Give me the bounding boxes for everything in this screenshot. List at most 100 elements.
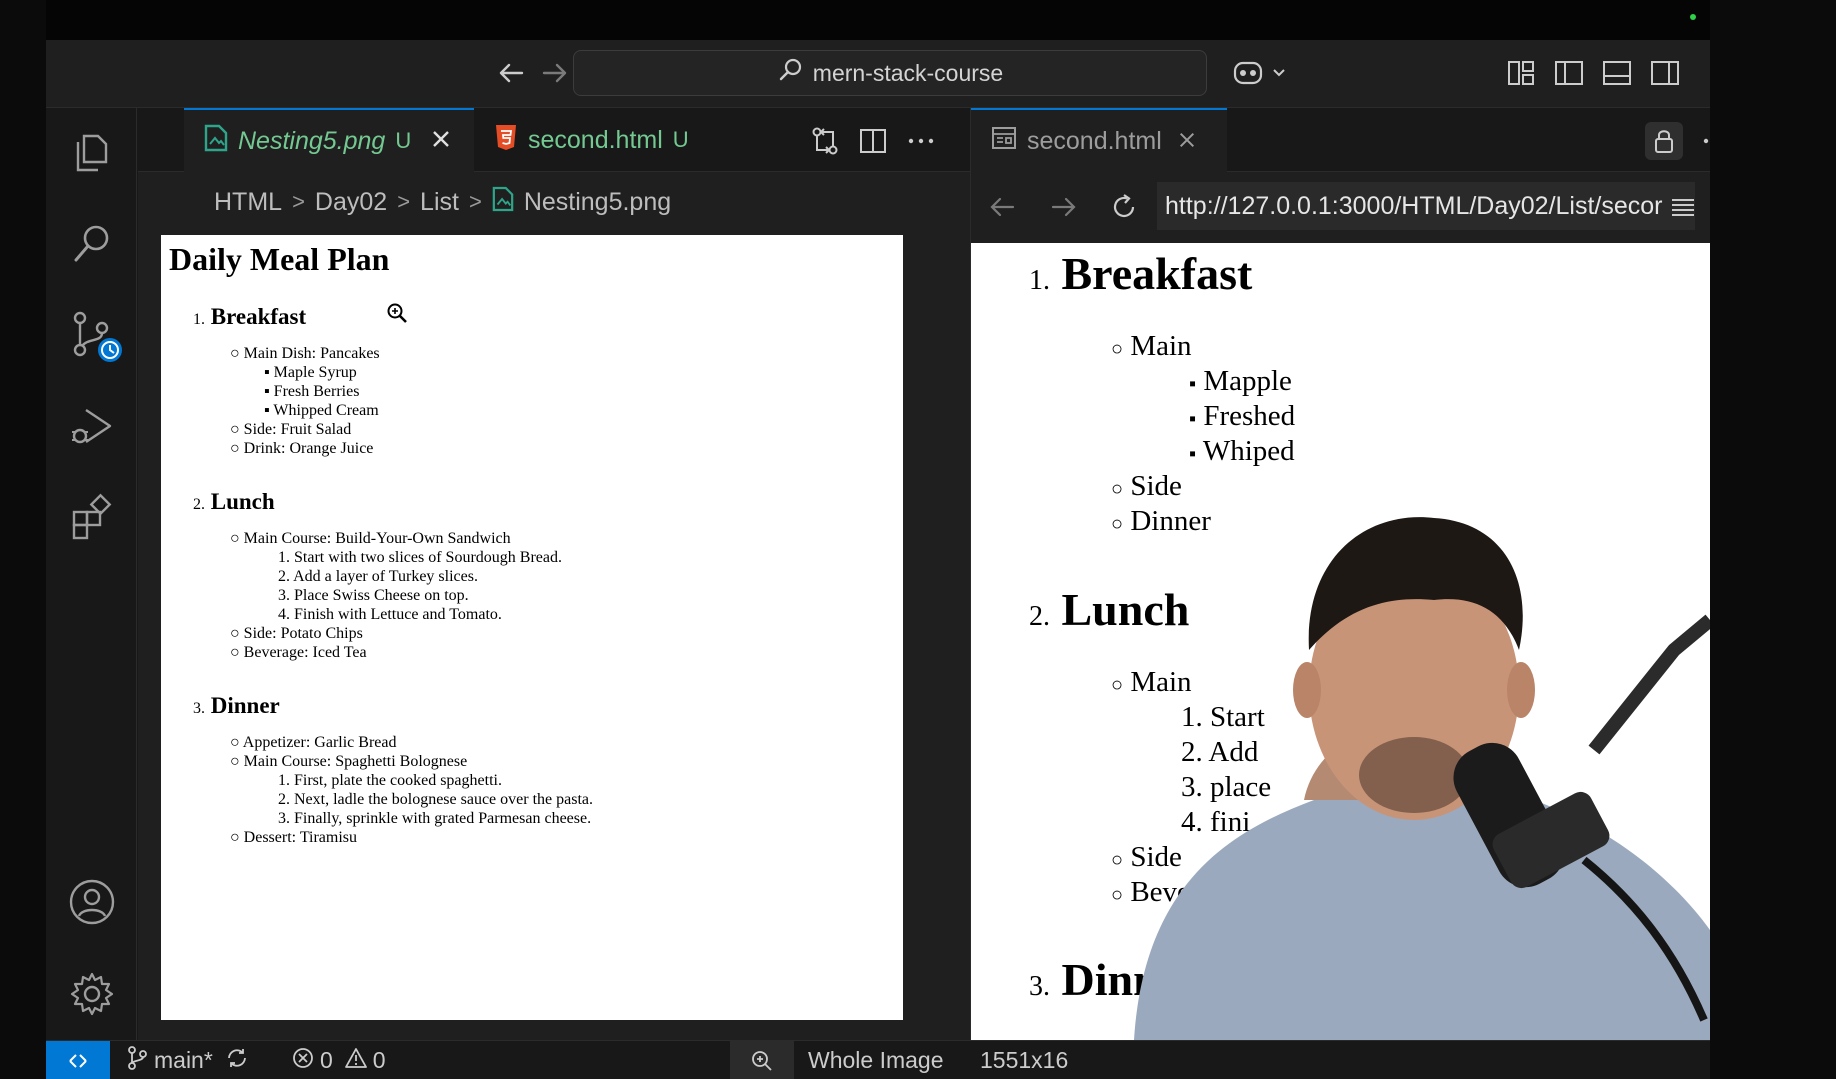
image-list-item: ○ Side: Fruit Salad [230, 421, 352, 438]
image-list-item: ○ Main Course: Build-Your-Own Sandwich [230, 530, 511, 547]
image-title: Daily Meal Plan [169, 241, 390, 277]
breadcrumb-item[interactable]: HTML [214, 188, 282, 217]
tab-label: second.html [528, 125, 663, 154]
url-input[interactable]: http://127.0.0.1:3000/HTML/Day02/List/se… [1157, 182, 1695, 230]
preview-list-item: ▪ Whiped [1189, 435, 1295, 467]
image-file-icon [492, 186, 514, 219]
back-arrow-icon[interactable] [496, 58, 526, 88]
source-control-icon[interactable] [68, 308, 122, 362]
image-list-item: ○ Drink: Orange Juice [230, 440, 374, 457]
image-section-breakfast: 1. Breakfast [193, 304, 307, 329]
search-view-icon[interactable] [68, 220, 116, 268]
untracked-badge: U [395, 128, 412, 153]
zoom-label[interactable]: Whole Image [808, 1041, 944, 1079]
browser-back-icon[interactable] [987, 192, 1017, 227]
image-list-item: 2. Add a layer of Turkey slices. [278, 568, 478, 585]
tab-second-html[interactable]: second.html U [474, 108, 758, 172]
more-actions-icon[interactable] [1701, 126, 1710, 161]
left-tab-bar: Nesting5.png U second.html U [138, 108, 970, 172]
image-list-item: ▪ Fresh Berries [264, 383, 360, 400]
left-editor-group: Nesting5.png U second.html U HTML > Day0… [138, 108, 970, 1040]
image-list-item: ○ Beverage: Iced Tea [230, 644, 367, 661]
chevron-right-icon: > [397, 189, 411, 214]
explorer-icon[interactable] [68, 128, 116, 176]
tab-label: second.html [1027, 126, 1162, 155]
branch-name: main* [154, 1047, 213, 1073]
chevron-right-icon: > [292, 189, 305, 214]
image-list-item: 1. First, plate the cooked spaghetti. [278, 772, 502, 789]
image-file-icon [204, 124, 228, 159]
preview-list-item: ○ Main [1111, 330, 1192, 362]
image-list-item: 3. Finally, sprinkle with grated Parmesa… [278, 810, 592, 827]
forward-arrow-icon[interactable] [540, 58, 570, 88]
reload-icon[interactable] [1109, 192, 1139, 227]
browser-forward-icon[interactable] [1049, 192, 1079, 227]
error-icon [292, 1047, 314, 1075]
git-branch-icon [126, 1045, 148, 1076]
html5-file-icon [494, 123, 518, 158]
customize-layout-icon[interactable] [1504, 56, 1538, 90]
image-section-lunch: 2. Lunch [193, 489, 275, 514]
zoom-icon[interactable] [730, 1041, 794, 1079]
activity-bar [46, 108, 137, 1040]
image-section-dinner: 3. Dinner [193, 693, 280, 718]
right-tab-bar: second.html [971, 108, 1710, 172]
tab-label: Nesting5.png [238, 126, 386, 155]
split-editor-icon[interactable] [858, 126, 888, 161]
toggle-secondary-sidebar-icon[interactable] [1648, 56, 1682, 90]
image-list-item: ○ Dessert: Tiramisu [230, 829, 358, 846]
chevron-right-icon: > [468, 189, 482, 214]
breadcrumb-item[interactable]: List [420, 188, 459, 217]
preview-section-breakfast: 1. Breakfast [1029, 248, 1253, 299]
warning-count: 0 [372, 1047, 386, 1073]
remote-indicator-icon[interactable] [46, 1041, 110, 1079]
toggle-panel-icon[interactable] [1600, 56, 1634, 90]
settings-gear-icon[interactable] [68, 970, 116, 1018]
title-bar: mern-stack-course [46, 40, 1710, 108]
search-icon [777, 56, 805, 90]
error-count: 0 [320, 1047, 333, 1073]
recording-indicator [1690, 14, 1696, 20]
close-icon[interactable] [1178, 127, 1196, 156]
breadcrumb: HTML > Day02 > List > Nesting5.png [138, 172, 970, 232]
vscode-window: mern-stack-course Nesting5.png U second.… [46, 0, 1710, 1079]
tab-simple-browser[interactable]: second.html [971, 108, 1227, 172]
image-list-item: ○ Main Dish: Pancakes [230, 345, 380, 362]
open-changes-icon[interactable] [810, 126, 840, 161]
sync-icon[interactable] [225, 1046, 249, 1076]
copilot-icon[interactable] [1232, 56, 1292, 90]
preview-list-item: ○ Side [1111, 470, 1182, 502]
preview-list-item: ▪ Mapple [1189, 365, 1292, 397]
preview-icon [991, 126, 1017, 157]
tab-nesting5-png[interactable]: Nesting5.png U [184, 108, 474, 172]
image-list-item: 4. Finish with Lettuce and Tomato. [278, 606, 502, 623]
command-center-search[interactable]: mern-stack-course [573, 50, 1207, 96]
run-and-debug-icon[interactable] [68, 402, 116, 450]
image-preview[interactable]: Daily Meal Plan 1. Breakfast ○ Main Dish… [161, 235, 903, 1020]
image-list-item: ▪ Whipped Cream [264, 402, 379, 419]
zoom-cursor-icon [386, 302, 408, 329]
menu-lines-icon[interactable] [1669, 194, 1697, 227]
toggle-primary-sidebar-icon[interactable] [1552, 56, 1586, 90]
image-list-item: 3. Place Swiss Cheese on top. [278, 587, 469, 604]
image-list-item: ▪ Maple Syrup [264, 364, 357, 381]
image-list-item: 1. Start with two slices of Sourdough Br… [278, 549, 562, 566]
window-top-strip [46, 0, 1710, 40]
image-list-item: ○ Main Course: Spaghetti Bolognese [230, 753, 468, 770]
breadcrumb-item[interactable]: Day02 [315, 188, 387, 217]
accounts-icon[interactable] [68, 878, 116, 926]
image-dimensions: 1551x16 [980, 1047, 1069, 1073]
image-list-item: ○ Side: Potato Chips [230, 625, 363, 642]
warning-icon [344, 1047, 367, 1075]
branch-status[interactable]: main* [126, 1041, 249, 1079]
problems-status[interactable]: 0 0 [292, 1041, 386, 1079]
preview-list-item: ▪ Freshed [1189, 400, 1296, 432]
lock-icon[interactable] [1645, 122, 1683, 160]
breadcrumb-item[interactable]: Nesting5.png [524, 188, 671, 217]
status-bar: main* 0 0 Whole Image 1551x16 [46, 1040, 1710, 1079]
image-list-item: ○ Appetizer: Garlic Bread [230, 734, 397, 751]
close-icon[interactable] [431, 127, 451, 156]
extensions-icon[interactable] [68, 492, 116, 540]
more-actions-icon[interactable] [906, 126, 936, 161]
browser-toolbar: http://127.0.0.1:3000/HTML/Day02/List/se… [971, 172, 1710, 242]
